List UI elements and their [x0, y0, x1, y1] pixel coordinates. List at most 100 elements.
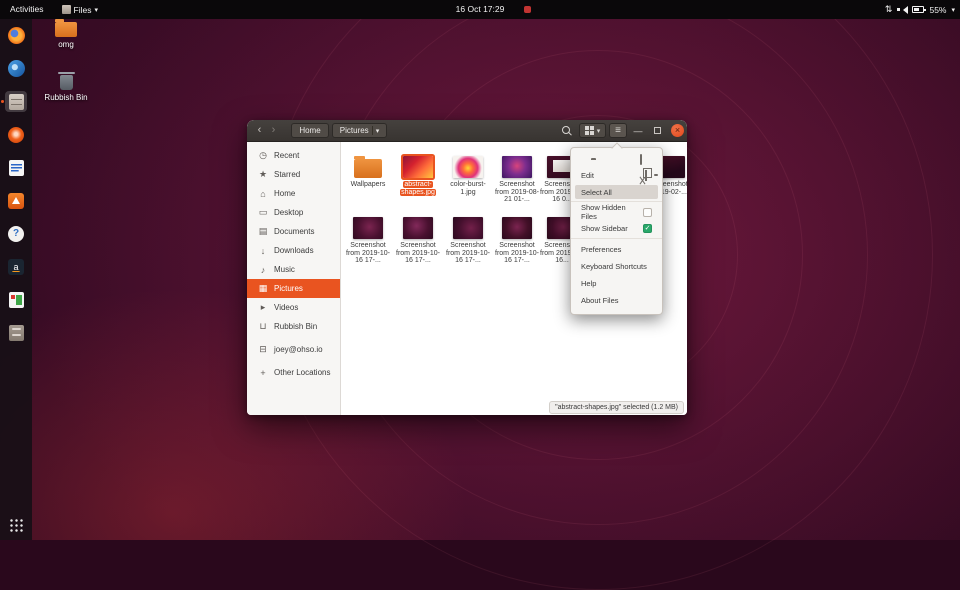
new-tab-button[interactable] [640, 155, 642, 164]
sidebar-label: Pictures [274, 284, 303, 293]
home-icon: ⌂ [258, 189, 268, 199]
sidebar-item-rubbish-bin[interactable]: ⊔Rubbish Bin [247, 317, 340, 336]
checkbox-checked[interactable]: ✓ [643, 224, 652, 233]
trash-icon [60, 75, 73, 90]
plus-icon: + [258, 368, 268, 378]
menu-item-select-all[interactable]: Select All [575, 185, 658, 199]
path-current-label: Pictures [340, 126, 369, 135]
dock-item-files[interactable] [5, 91, 27, 112]
dock-item-calc[interactable] [5, 289, 27, 310]
hamburger-menu-button[interactable]: ≡ [609, 123, 627, 138]
dock-item-cabinet[interactable] [5, 322, 27, 343]
menu-separator [571, 201, 662, 202]
file-label: Screenshot from 2019-10-16 17-... [495, 242, 539, 264]
dock-item-help[interactable]: ? [5, 223, 27, 244]
libreoffice-writer-icon [9, 160, 24, 176]
chevron-down-icon: ▾ [95, 6, 99, 14]
dock-item-firefox[interactable] [5, 25, 27, 46]
sidebar-item-desktop[interactable]: ▭Desktop [247, 203, 340, 222]
amazon-icon: a [8, 259, 24, 275]
sidebar-item-recent[interactable]: ◷ Recent [247, 146, 340, 165]
sidebar-label: Starred [274, 170, 300, 179]
menu-toggle-hidden-files[interactable]: Show Hidden Files [571, 204, 662, 220]
path-button-pictures[interactable]: Pictures ▾ [332, 123, 387, 138]
clock[interactable]: 16 Oct 17:29 [456, 0, 505, 19]
sidebar-item-documents[interactable]: ▤Documents [247, 222, 340, 241]
sidebar-label: Videos [274, 303, 298, 312]
menu-item-keyboard-shortcuts[interactable]: Keyboard Shortcuts [571, 258, 662, 275]
sidebar-label: Other Locations [274, 368, 330, 377]
forward-button[interactable]: › [267, 124, 280, 138]
image-thumbnail [403, 156, 433, 178]
menu-item-about-files[interactable]: About Files [571, 292, 662, 309]
file-item-screenshot-6[interactable]: Screenshot from 2019-10-16 17-... [445, 217, 491, 265]
close-button[interactable]: × [671, 124, 684, 137]
sidebar-label: Rubbish Bin [274, 322, 317, 331]
file-item-screenshot-1[interactable]: Screenshot from 2019-08-21 01-... [494, 156, 540, 204]
status-bar: "abstract-shapes.jpg" selected (1.2 MB) [549, 401, 684, 414]
sidebar: ◷ Recent ★ Starred ⌂Home ▭Desktop ▤Documen… [247, 142, 341, 415]
clock-icon: ◷ [258, 150, 268, 161]
star-icon: ★ [258, 169, 268, 180]
top-bar: Activities Files ▾ 16 Oct 17:29 ⇅ 55% ▾ [0, 0, 960, 19]
file-item-abstract-shapes[interactable]: abstract-shapes.jpg [395, 156, 441, 196]
desktop-icon-label: omg [43, 40, 89, 49]
search-icon [562, 126, 572, 136]
file-label: color-burst-1.jpg [450, 181, 485, 196]
activities-button[interactable]: Activities [0, 0, 54, 19]
sidebar-item-music[interactable]: ♪Music [247, 260, 340, 279]
sidebar-item-pictures[interactable]: ▦ Pictures [247, 279, 340, 298]
desktop-icon-rubbish-bin[interactable]: Rubbish Bin [43, 75, 89, 102]
desktop-icon-label: Rubbish Bin [43, 93, 89, 102]
battery-percent: 55% [929, 5, 946, 15]
menu-item-help[interactable]: Help [571, 275, 662, 292]
file-cabinet-icon [9, 325, 24, 341]
chevron-down-icon: ▾ [376, 127, 380, 135]
image-icon: ▦ [258, 283, 268, 294]
sidebar-label: Music [274, 265, 295, 274]
battery-icon [912, 6, 924, 13]
sidebar-item-home[interactable]: ⌂Home [247, 184, 340, 203]
search-button[interactable] [558, 123, 576, 138]
sidebar-item-other-locations[interactable]: + Other Locations [247, 363, 340, 382]
dock-item-thunderbird[interactable] [5, 58, 27, 79]
menu-item-preferences[interactable]: Preferences [571, 241, 662, 258]
file-item-screenshot-5[interactable]: Screenshot from 2019-10-16 17-... [395, 217, 441, 265]
file-label: Wallpapers [351, 181, 386, 188]
checkbox-unchecked[interactable] [643, 208, 652, 217]
sidebar-label: joey@ohso.io [274, 345, 323, 354]
sidebar-label: Recent [274, 151, 299, 160]
show-applications-button[interactable] [9, 518, 23, 532]
back-button[interactable]: ‹ [253, 124, 266, 138]
desktop-icon-omg[interactable]: omg [43, 22, 89, 49]
maximize-button[interactable] [650, 123, 664, 138]
firefox-icon [8, 27, 25, 44]
dock-item-amazon[interactable]: a [5, 256, 27, 277]
sidebar-item-starred[interactable]: ★ Starred [247, 165, 340, 184]
minimize-button[interactable]: — [631, 123, 645, 138]
sidebar-item-downloads[interactable]: ↓Downloads [247, 241, 340, 260]
dock-item-rhythmbox[interactable] [5, 124, 27, 145]
path-button-home[interactable]: Home [291, 123, 329, 138]
sidebar-item-videos[interactable]: ▸Videos [247, 298, 340, 317]
sidebar-item-remote-joey[interactable]: ⊟joey@ohso.io [247, 340, 340, 359]
app-menu[interactable]: Files ▾ [54, 0, 106, 19]
dock-item-software[interactable] [5, 190, 27, 211]
toggle-label: Show Sidebar [581, 224, 643, 233]
minimize-icon: — [634, 126, 643, 136]
divider [372, 126, 373, 135]
dock: ? a [0, 19, 32, 540]
sidebar-label: Downloads [274, 246, 314, 255]
view-toggle-button[interactable]: ▾ [579, 123, 606, 138]
notification-indicator [524, 6, 531, 13]
file-item-color-burst[interactable]: color-burst-1.jpg [445, 156, 491, 196]
image-thumbnail [403, 217, 433, 239]
file-item-wallpapers[interactable]: Wallpapers [345, 156, 391, 189]
app-menu-label: Files [74, 5, 92, 15]
system-status-area[interactable]: ⇅ 55% ▾ [885, 0, 955, 19]
dock-item-writer[interactable] [5, 157, 27, 178]
menu-toggle-sidebar[interactable]: Show Sidebar ✓ [571, 220, 662, 236]
file-item-screenshot-4[interactable]: Screenshot from 2019-10-16 17-... [345, 217, 391, 265]
file-item-screenshot-7[interactable]: Screenshot from 2019-10-16 17-... [494, 217, 540, 265]
volume-icon [897, 5, 907, 15]
